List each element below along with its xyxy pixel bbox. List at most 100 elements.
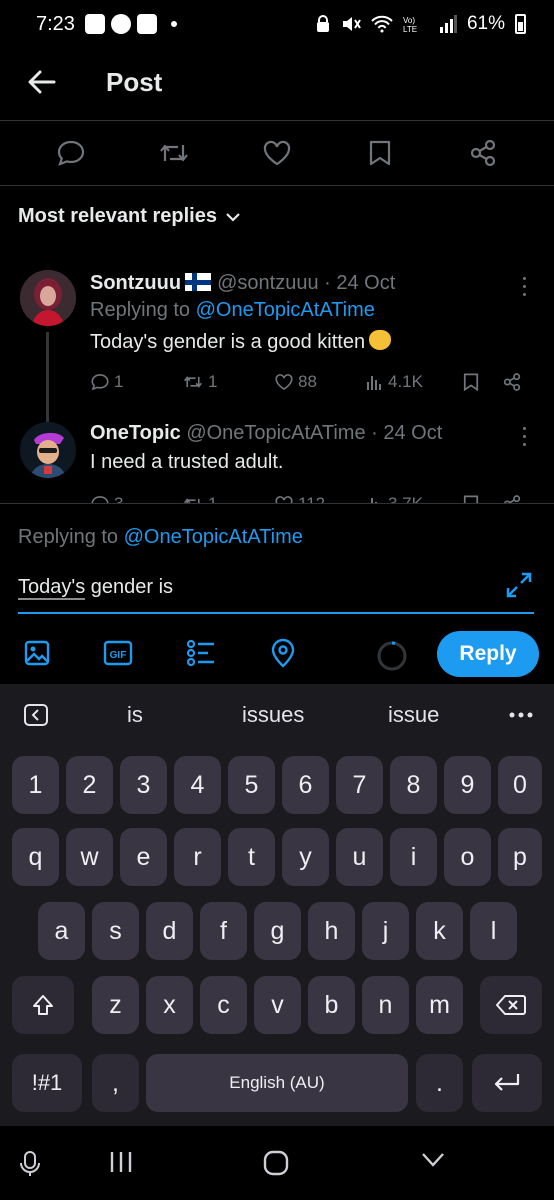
replies-sort-dropdown[interactable]: Most relevant replies [18, 205, 241, 228]
key-v[interactable]: v [254, 976, 301, 1034]
key-p[interactable]: p [498, 828, 542, 886]
key-g[interactable]: g [254, 902, 301, 960]
enter-key[interactable] [472, 1054, 542, 1112]
avatar[interactable] [20, 270, 76, 326]
more-options-button[interactable] [516, 424, 532, 448]
cat-emoji-icon [369, 330, 392, 350]
display-name[interactable]: Sontzuuu [90, 272, 181, 294]
mention-link[interactable]: @OneTopicAtATime [196, 299, 375, 321]
like-count-button[interactable]: 88 [274, 372, 366, 392]
key-d[interactable]: d [146, 902, 193, 960]
reply-text-input[interactable]: Today's gender is [18, 576, 173, 600]
add-gif-button[interactable]: GIF [103, 638, 133, 668]
reply-count-button[interactable]: 3 [90, 494, 182, 503]
compose-replying-to: Replying to @OneTopicAtATime [18, 526, 303, 548]
reply-item[interactable]: Sontzuuu @sontzuuu · 24 Oct Replying to @… [0, 268, 554, 422]
space-key[interactable]: English (AU) [146, 1054, 408, 1112]
key-t[interactable]: t [228, 828, 275, 886]
key-c[interactable]: c [200, 976, 247, 1034]
reply-submit-button[interactable]: Reply [437, 631, 539, 677]
key-n[interactable]: n [362, 976, 409, 1034]
key-b[interactable]: b [308, 976, 355, 1034]
key-s[interactable]: s [92, 902, 139, 960]
like-action-button[interactable] [253, 129, 301, 177]
keyboard-back-icon[interactable] [24, 704, 48, 726]
key-q[interactable]: q [12, 828, 59, 886]
display-name[interactable]: OneTopic [90, 422, 181, 444]
key-x[interactable]: x [146, 976, 193, 1034]
lock-icon [316, 15, 329, 32]
key-h[interactable]: h [308, 902, 355, 960]
key-5[interactable]: 5 [228, 756, 275, 814]
suggestion-word[interactable]: issue [388, 702, 439, 728]
key-4[interactable]: 4 [174, 756, 221, 814]
symbols-key[interactable]: !#1 [12, 1054, 82, 1112]
image-icon [24, 640, 50, 666]
repost-count-button[interactable]: 1 [182, 494, 274, 503]
bookmark-action-button[interactable] [356, 129, 404, 177]
key-1[interactable]: 1 [12, 756, 59, 814]
user-handle[interactable]: @OneTopicAtATime [186, 422, 365, 444]
key-a[interactable]: a [38, 902, 85, 960]
add-location-button[interactable] [268, 638, 298, 668]
reply-item[interactable]: OneTopic @OneTopicAtATime · 24 Oct I nee… [0, 418, 554, 503]
key-z[interactable]: z [92, 976, 139, 1034]
view-count-button[interactable]: 4.1K [366, 372, 462, 392]
recent-apps-icon[interactable] [108, 1150, 134, 1174]
shift-key[interactable] [12, 976, 74, 1034]
wifi-icon [371, 15, 393, 33]
key-e[interactable]: e [120, 828, 167, 886]
key-9[interactable]: 9 [444, 756, 491, 814]
share-icon[interactable] [502, 494, 522, 503]
add-image-button[interactable] [22, 638, 52, 668]
repost-action-button[interactable] [150, 129, 198, 177]
suggestion-word[interactable]: issues [242, 702, 304, 728]
key-i[interactable]: i [390, 828, 437, 886]
heart-icon [263, 140, 291, 166]
key-3[interactable]: 3 [120, 756, 167, 814]
spellcheck-word[interactable]: Today's [18, 576, 86, 600]
bookmark-icon[interactable] [462, 494, 480, 503]
share-icon[interactable] [502, 372, 522, 392]
home-icon[interactable] [262, 1150, 290, 1176]
expand-compose-button[interactable] [504, 570, 534, 600]
more-options-icon[interactable] [509, 712, 533, 718]
share-action-button[interactable] [459, 129, 507, 177]
key-o[interactable]: o [444, 828, 491, 886]
microphone-icon[interactable] [18, 1150, 42, 1178]
key-j[interactable]: j [362, 902, 409, 960]
key-m[interactable]: m [416, 976, 463, 1034]
backspace-key[interactable] [480, 976, 542, 1034]
key-y[interactable]: y [282, 828, 329, 886]
more-options-button[interactable] [516, 274, 532, 298]
key-8[interactable]: 8 [390, 756, 437, 814]
view-count-button[interactable]: 3.7K [366, 494, 462, 503]
key-6[interactable]: 6 [282, 756, 329, 814]
key-l[interactable]: l [470, 902, 517, 960]
suggestion-word[interactable]: is [127, 702, 143, 728]
key-2[interactable]: 2 [66, 756, 113, 814]
key-k[interactable]: k [416, 902, 463, 960]
comma-key[interactable]: , [92, 1054, 139, 1112]
bookmark-icon[interactable] [462, 372, 480, 392]
like-count-button[interactable]: 112 [274, 494, 366, 503]
repost-count-button[interactable]: 1 [182, 372, 274, 392]
key-f[interactable]: f [200, 902, 247, 960]
mention-link[interactable]: @OneTopicAtATime [124, 526, 303, 548]
key-r[interactable]: r [174, 828, 221, 886]
key-u[interactable]: u [336, 828, 383, 886]
back-button[interactable] [22, 62, 62, 102]
period-key[interactable]: . [416, 1054, 463, 1112]
finland-flag-icon [185, 273, 212, 292]
reply-action-button[interactable] [47, 129, 95, 177]
key-7[interactable]: 7 [336, 756, 383, 814]
hide-keyboard-icon[interactable] [420, 1150, 446, 1170]
reply-count-button[interactable]: 1 [90, 372, 182, 392]
chevron-down-icon [226, 212, 240, 222]
user-handle[interactable]: @sontzuuu [217, 272, 318, 294]
news-app-icon [136, 14, 157, 34]
add-poll-button[interactable] [186, 638, 216, 668]
key-w[interactable]: w [66, 828, 113, 886]
key-0[interactable]: 0 [498, 756, 542, 814]
avatar[interactable] [20, 422, 76, 478]
